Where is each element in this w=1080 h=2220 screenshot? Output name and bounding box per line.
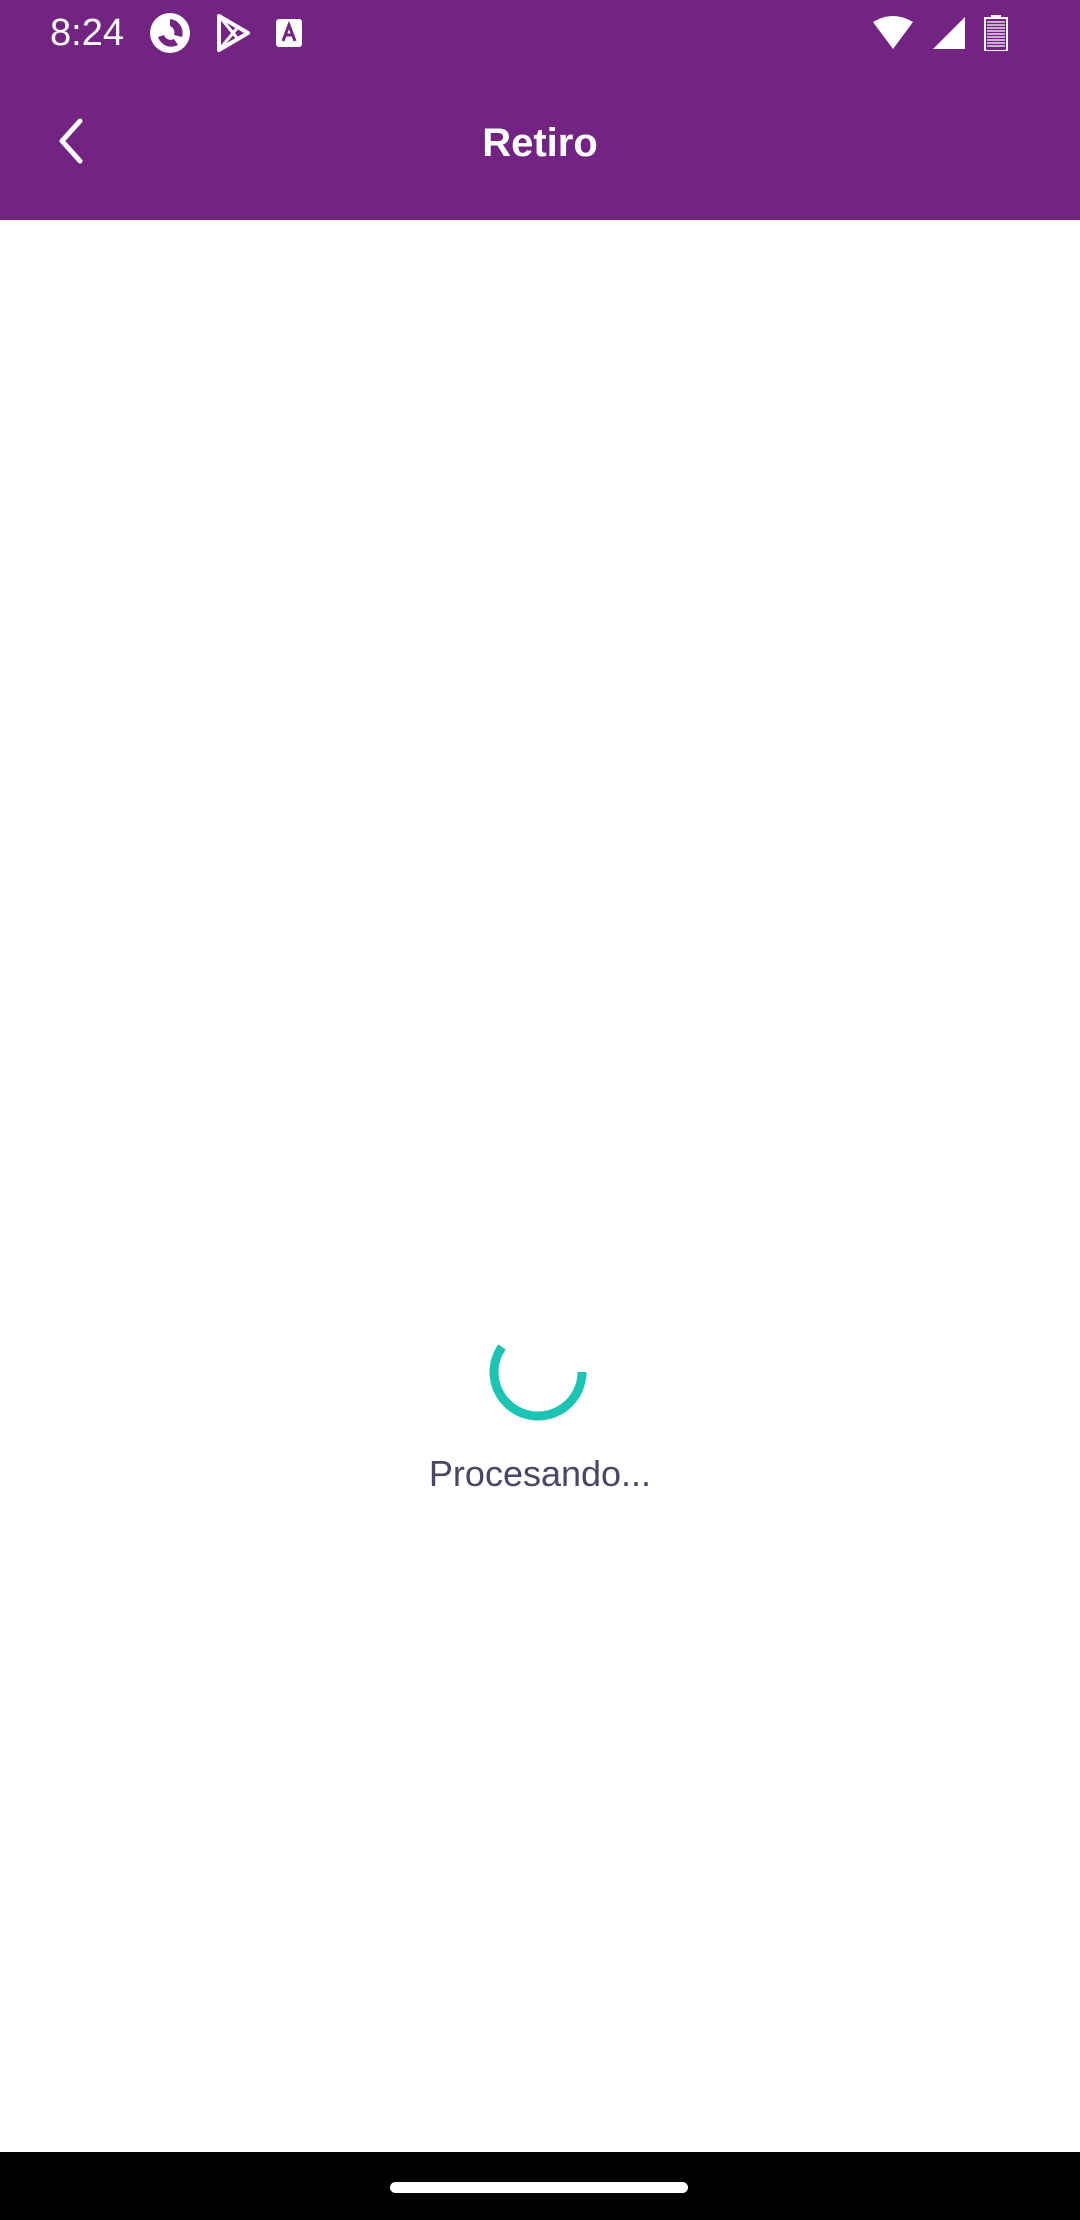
- battery-icon: [984, 15, 1008, 51]
- cell-signal-icon: [932, 16, 966, 50]
- status-icons-right: [872, 14, 1008, 52]
- app-bar: Retiro: [0, 66, 1080, 220]
- play-store-icon: [214, 13, 252, 53]
- app-swirl-icon: [148, 11, 192, 55]
- status-icons-left: [148, 12, 304, 54]
- text-a-icon: [274, 17, 304, 49]
- loading-spinner: [486, 1320, 590, 1424]
- navigation-bar: [0, 2152, 1080, 2220]
- status-time: 8:24: [50, 12, 124, 54]
- main-content: Procesando...: [0, 220, 1080, 2152]
- status-bar: 8:24: [0, 0, 1080, 66]
- screen: 8:24 Retiro Procesando...: [0, 0, 1080, 2220]
- wifi-icon: [872, 16, 914, 50]
- home-gesture-handle[interactable]: [390, 2182, 688, 2193]
- loading-text: Procesando...: [428, 1453, 652, 1494]
- page-title: Retiro: [482, 121, 598, 165]
